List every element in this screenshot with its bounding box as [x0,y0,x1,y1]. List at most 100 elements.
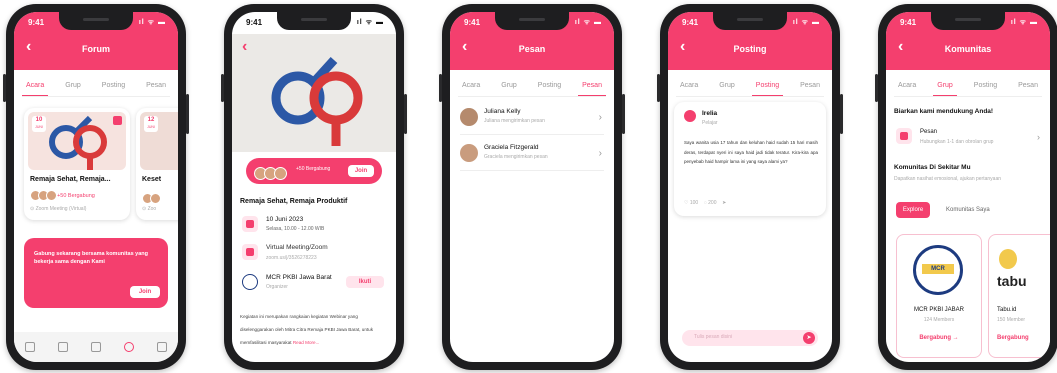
pesan-desc: Hubungkan 1-1 dan obrolan grup [920,139,994,145]
screen-community: 9:41 ıl ᯤ ▬ ‹ Komunitas Acara Grup Postin… [886,12,1050,362]
avatar [684,110,696,122]
status-time: 9:41 [246,18,263,27]
page-title: Posting [733,44,767,54]
event-title: Remaja Sehat, Remaja... [30,176,111,183]
organizer-role: Organizer [266,284,288,290]
comment-count: 200 [708,200,717,206]
community-logo-text: MCR [922,264,954,274]
post-card[interactable]: Irelia Pelajar Saya wanita usia 17 tahun… [674,102,826,216]
community-logo-text-2: tabu [997,273,1027,289]
message-sender: Juliana Kelly [484,108,521,115]
share-icon[interactable]: ➤ [722,200,726,206]
event-description: Kegiatan ini merupakan rangkaian kegiata… [240,310,388,349]
status-time: 9:41 [464,18,481,27]
bee-mascot-icon [999,249,1017,269]
date-month: JUNI [35,125,43,129]
comment-icon[interactable]: ◌ [704,200,707,206]
community-card-2[interactable]: tabu Tabu.id 150 Member Bergabung [988,234,1050,358]
page-title: Forum [82,44,110,54]
tab-posting[interactable]: Posting [751,78,784,96]
status-icons: ıl ᯤ ▬ [356,19,384,26]
my-communities-tab[interactable]: Komunitas Saya [946,207,990,213]
event-location: ⊙ Zoom Meeting (Virtual) [30,206,86,212]
read-more-link[interactable]: Read More... [293,340,320,345]
explore-button[interactable]: Explore [896,202,930,218]
screen-event-detail: 9:41 ıl ᯤ ▬ ‹ +50 Bergabung Join Remaja S… [232,12,396,362]
like-count: 100 [689,200,699,206]
phone-posting: 9:41 ıl ᯤ ▬ ‹ Posting Acara Grup Posting … [657,4,843,370]
location-icon [242,244,258,260]
tab-acara[interactable]: Acara [22,78,49,96]
back-icon[interactable]: ‹ [242,39,247,55]
nearby-desc: Dapatkan nasihat emosional, ajukan perta… [894,176,1002,182]
tab-acara[interactable]: Acara [894,78,920,96]
date-badge: 10 JUNI [32,116,46,132]
message-row[interactable]: Juliana Kelly Juliana mengirimkan pesan … [460,106,604,135]
tab-bar: Acara Grup Posting Pesan [676,78,824,97]
tab-posting[interactable]: Posting [534,78,565,96]
tab-grup[interactable]: Grup [61,78,85,96]
tab-acara[interactable]: Acara [676,78,702,96]
event-image: 10 JUNI [28,112,126,170]
tab-pesan[interactable]: Pesan [796,78,824,96]
join-community-button-2[interactable]: Bergabung [997,335,1029,341]
tab-bar: Acara Grup Posting Pesan [894,78,1042,97]
join-community-button[interactable]: Bergabung → [897,335,981,341]
tab-posting[interactable]: Posting [98,78,129,96]
heart-icon[interactable]: ♡ [684,200,688,206]
tab-grup[interactable]: Grup [933,78,957,96]
tab-grup[interactable]: Grup [715,78,739,96]
avatars [254,165,287,183]
message-row[interactable]: Graciela Fitzgerald Graciela mengirimkan… [460,142,604,171]
calendar-icon[interactable] [58,342,69,352]
joined-banner: +50 Bergabung Join [246,158,382,184]
community-icon[interactable] [123,342,134,352]
phone-messages: 9:41 ıl ᯤ ▬ ‹ Pesan Acara Grup Posting Pe… [439,4,625,370]
page-title: Pesan [518,44,546,54]
tab-posting[interactable]: Posting [970,78,1001,96]
tab-pesan[interactable]: Pesan [1014,78,1042,96]
join-button[interactable]: Join [130,286,160,298]
calendar-icon [242,216,258,232]
screen-forum: 9:41 ıl ᯤ ▬ ‹ Forum Acara Grup Posting Pe… [14,12,178,362]
chat-icon[interactable] [156,342,167,352]
community-members-2: 150 Member [997,317,1026,323]
pesan-title: Pesan [920,129,938,135]
event-hero-image: ‹ [232,34,396,152]
status-time: 9:41 [28,18,45,27]
status-icons: ıl ᯤ ▬ [574,19,602,26]
event-link[interactable]: zoom.us/j/3526278223 [266,255,317,261]
follow-button[interactable]: Ikuti [346,276,384,288]
tab-grup[interactable]: Grup [497,78,521,96]
grid-icon[interactable] [90,342,101,352]
date-badge-2: 12 JUNI [144,116,158,132]
message-preview: Juliana mengirimkan pesan [484,118,545,124]
tab-pesan[interactable]: Pesan [142,78,170,96]
event-date: 10 Juni 2023 [266,216,304,223]
joined-count: +50 Bergabung [57,192,95,199]
post-body: Saya wanita usia 17 tahun dan keluhan ha… [684,140,818,164]
status-icons: ıl ᯤ ▬ [138,19,166,26]
phone-event-detail: 9:41 ıl ᯤ ▬ ‹ +50 Bergabung Join Remaja S… [221,4,407,370]
community-name-2: Tabu.id [997,307,1017,313]
message-input[interactable]: Tulis pesan disini ➤ [682,330,818,346]
chevron-right-icon[interactable]: › [1037,132,1040,142]
community-card[interactable]: MCR MCR PKBI JABAR 124 Members Bergabung… [896,234,982,358]
send-icon[interactable]: ➤ [803,332,815,344]
tab-pesan[interactable]: Pesan [578,78,606,96]
status-icons: ıl ᯤ ▬ [792,19,820,26]
event-card-2[interactable]: 12 JUNI Keset ⊙ Zoo [136,108,178,220]
join-button[interactable]: Join [348,165,374,177]
home-icon[interactable] [25,342,36,352]
support-heading: Biarkan kami mendukung Anda! [894,108,994,115]
event-card[interactable]: 10 JUNI Remaja Sehat, Remaja... +50 Berg… [24,108,130,220]
event-venue: Virtual Meeting/Zoom [266,244,328,251]
location-icon: ⊙ [30,206,35,212]
bookmark-icon[interactable] [113,116,122,125]
tab-acara[interactable]: Acara [458,78,484,96]
organizer-logo [242,274,258,290]
nearby-heading: Komunitas Di Sekitar Mu [894,164,971,171]
phone-community: 9:41 ıl ᯤ ▬ ‹ Komunitas Acara Grup Postin… [875,4,1057,370]
event-time: Selasa, 10.00 - 12.00 WIB [266,226,325,232]
screen-messages: 9:41 ıl ᯤ ▬ ‹ Pesan Acara Grup Posting Pe… [450,12,614,362]
